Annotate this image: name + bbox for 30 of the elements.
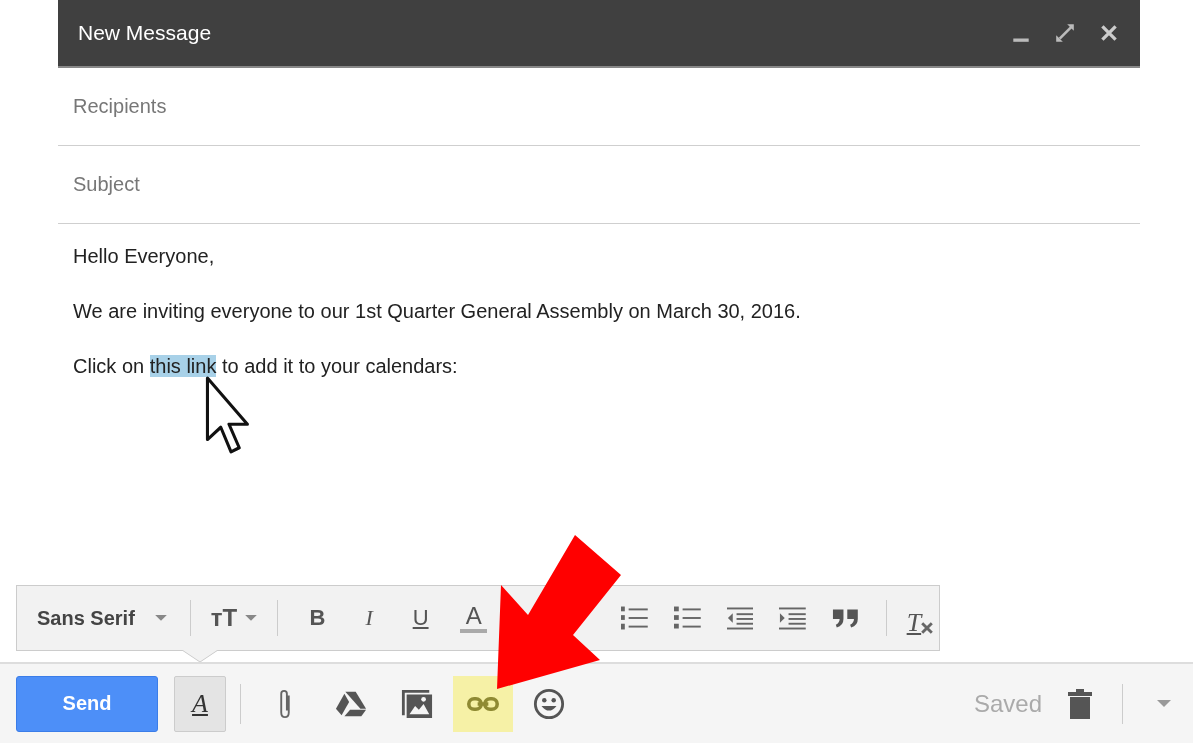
window-title: New Message [78, 21, 212, 45]
x-icon [921, 622, 934, 634]
formatting-options-button[interactable]: A [174, 675, 226, 732]
body-text: Hello Everyone, [73, 244, 216, 268]
decrease-indent-icon[interactable] [726, 605, 754, 631]
trash-icon[interactable] [1068, 688, 1092, 719]
bulleted-list-icon[interactable] [673, 605, 701, 631]
link-button[interactable] [453, 675, 513, 732]
caret-icon [154, 614, 167, 622]
body-text: We are inviting everyone to our 1st Quarter General Assembly on March 30, 2016. [73, 299, 802, 323]
more-options-caret-icon[interactable] [1157, 699, 1171, 708]
increase-indent-icon[interactable] [779, 605, 807, 631]
recipients-field[interactable]: Recipients [58, 95, 1140, 118]
bold-button[interactable]: B [291, 598, 344, 638]
italic-button[interactable]: I [343, 598, 395, 638]
photo-icon [401, 687, 433, 720]
smiley-icon [533, 687, 565, 720]
numbered-list-icon[interactable] [621, 605, 648, 631]
text-color-button[interactable]: A [460, 603, 488, 633]
expand-icon[interactable] [1054, 22, 1076, 44]
close-icon[interactable] [1098, 22, 1120, 44]
caret-icon [245, 614, 258, 622]
underline-button[interactable]: U [394, 598, 447, 638]
subject-field[interactable]: Subject [58, 173, 1140, 196]
font-dropdown[interactable]: Sans Serif [35, 598, 177, 638]
body-text: Click on this link to add it to your calendars: [73, 354, 459, 378]
font-size-button[interactable]: ᴛT [205, 598, 263, 638]
emoji-button[interactable] [533, 687, 565, 720]
save-status: Saved [973, 689, 1042, 718]
remove-formatting-button[interactable]: T [900, 598, 939, 638]
